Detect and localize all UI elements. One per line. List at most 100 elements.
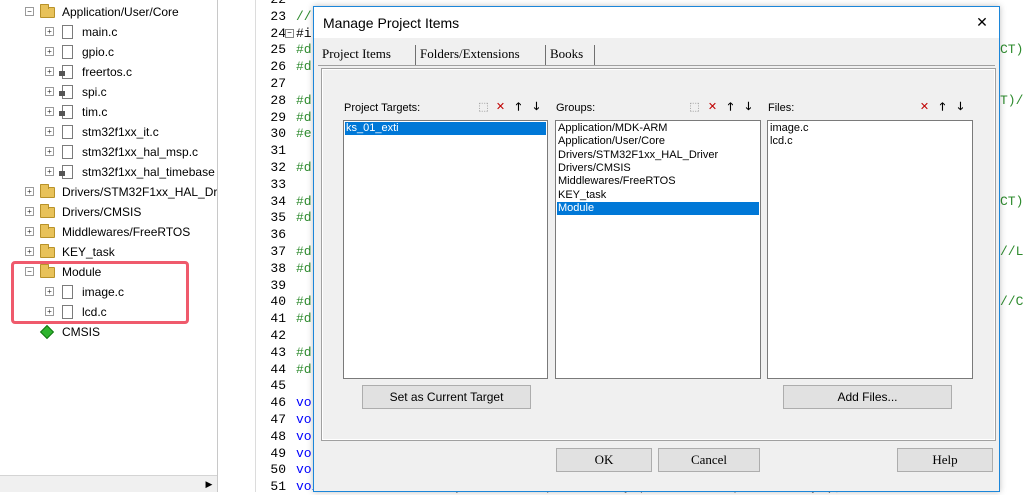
- tree-item[interactable]: + tim.c: [0, 102, 217, 122]
- code-text-fragment: //L: [1000, 244, 1024, 259]
- expand-icon[interactable]: +: [25, 227, 34, 236]
- code-text: #e: [296, 126, 312, 142]
- folder-icon: [40, 224, 55, 238]
- line-number: 36: [270, 227, 286, 243]
- move-down-group-icon[interactable]: 🡓: [741, 100, 756, 115]
- tree-item-label: stm32f1xx_hal_msp.c: [82, 145, 199, 159]
- line-number: 41: [270, 311, 286, 327]
- line-number: 49: [270, 445, 286, 461]
- tab-project-items[interactable]: Project Items: [319, 45, 416, 65]
- source-file-icon: [59, 65, 73, 79]
- tree-item-label: main.c: [82, 25, 118, 39]
- delete-file-icon[interactable]: ✕: [917, 100, 932, 115]
- tree-item[interactable]: − Application/User/Core: [0, 2, 217, 22]
- move-up-file-icon[interactable]: 🡑: [935, 100, 950, 115]
- list-item[interactable]: Module: [557, 201, 759, 215]
- move-down-file-icon[interactable]: 🡓: [953, 100, 968, 115]
- expand-icon[interactable]: +: [45, 27, 54, 36]
- tab-divider: [318, 65, 995, 66]
- list-item[interactable]: KEY_task: [557, 189, 759, 202]
- list-item[interactable]: Drivers/STM32F1xx_HAL_Driver: [557, 149, 759, 162]
- line-number: 51: [270, 479, 286, 495]
- project-items-panel: Project Targets: ⬚ ✕ 🡑 🡓 ks_01_exti Set …: [321, 68, 996, 441]
- move-up-target-icon[interactable]: 🡑: [511, 100, 526, 115]
- tab-folders-extensions[interactable]: Folders/Extensions: [417, 45, 546, 65]
- tree-item-label: Drivers/STM32F1xx_HAL_Dr: [62, 185, 218, 199]
- list-item[interactable]: lcd.c: [769, 135, 971, 148]
- files-listbox[interactable]: image.c lcd.c: [767, 120, 973, 379]
- code-text: #d: [296, 294, 312, 310]
- tree-item-label: stm32f1xx_hal_timebase: [82, 165, 215, 179]
- code-text: #i: [296, 25, 312, 41]
- line-number: 48: [270, 428, 286, 444]
- delete-group-icon[interactable]: ✕: [705, 100, 720, 115]
- file-icon: [62, 45, 73, 59]
- code-text: #d: [296, 59, 312, 75]
- move-down-target-icon[interactable]: 🡓: [529, 100, 544, 115]
- collapse-icon[interactable]: −: [25, 7, 34, 16]
- code-text: #d: [296, 361, 312, 377]
- fold-icon[interactable]: −: [285, 28, 294, 38]
- expand-icon[interactable]: +: [45, 127, 54, 136]
- tree-item[interactable]: + main.c: [0, 22, 217, 42]
- list-item[interactable]: ks_01_exti: [345, 122, 546, 135]
- new-target-icon[interactable]: ⬚: [476, 100, 491, 115]
- code-text: vo: [296, 462, 312, 478]
- tree-item[interactable]: CMSIS: [0, 322, 217, 342]
- code-text: #d: [296, 260, 312, 276]
- tree-item-label: KEY_task: [62, 245, 115, 259]
- code-text: vo: [296, 395, 312, 411]
- project-tree[interactable]: − Application/User/Core + main.c + gpio.c + fre…: [0, 0, 218, 492]
- expand-icon[interactable]: +: [25, 207, 34, 216]
- line-number: 39: [270, 277, 286, 293]
- list-item[interactable]: Middlewares/FreeRTOS: [557, 175, 759, 188]
- tree-item[interactable]: + stm32f1xx_hal_msp.c: [0, 142, 217, 162]
- tree-item[interactable]: + stm32f1xx_it.c: [0, 122, 217, 142]
- tree-item[interactable]: + freertos.c: [0, 62, 217, 82]
- move-up-group-icon[interactable]: 🡑: [723, 100, 738, 115]
- tree-item[interactable]: + spi.c: [0, 82, 217, 102]
- list-item[interactable]: image.c: [769, 122, 971, 135]
- groups-listbox[interactable]: Application/MDK-ARM Application/User/Core…: [555, 120, 761, 379]
- cancel-button[interactable]: Cancel: [658, 448, 760, 472]
- tree-item[interactable]: + stm32f1xx_hal_timebase: [0, 162, 217, 182]
- tab-books[interactable]: Books: [547, 45, 595, 65]
- expand-icon[interactable]: +: [45, 167, 54, 176]
- line-number: 42: [270, 328, 286, 343]
- expand-icon[interactable]: +: [25, 247, 34, 256]
- help-button[interactable]: Help: [897, 448, 993, 472]
- code-text: #d: [296, 160, 312, 175]
- set-current-target-button[interactable]: Set as Current Target: [362, 385, 531, 409]
- expand-icon[interactable]: +: [45, 87, 54, 96]
- code-text-fragment: CT)/: [1000, 193, 1024, 209]
- tree-item-label: gpio.c: [82, 45, 115, 59]
- line-number: 31: [270, 143, 286, 159]
- expand-icon[interactable]: +: [45, 47, 54, 56]
- source-file-icon: [59, 85, 73, 99]
- tree-item[interactable]: + Drivers/STM32F1xx_HAL_Dr: [0, 182, 218, 202]
- ok-button[interactable]: OK: [556, 448, 652, 472]
- line-number: 28: [270, 92, 286, 108]
- tree-item[interactable]: + KEY_task: [0, 242, 217, 262]
- list-item[interactable]: Application/User/Core: [557, 135, 759, 148]
- expand-icon[interactable]: +: [45, 107, 54, 116]
- expand-icon[interactable]: +: [45, 67, 54, 76]
- targets-listbox[interactable]: ks_01_exti: [343, 120, 548, 379]
- list-item[interactable]: Application/MDK-ARM: [557, 122, 759, 135]
- source-file-icon: [59, 105, 73, 119]
- tree-item[interactable]: + Drivers/CMSIS: [0, 202, 217, 222]
- horizontal-scrollbar[interactable]: ▶: [0, 475, 217, 492]
- tree-item[interactable]: + gpio.c: [0, 42, 217, 62]
- scroll-right-icon[interactable]: ▶: [202, 477, 216, 491]
- close-icon[interactable]: ✕: [965, 7, 999, 38]
- line-number: 25: [270, 42, 286, 58]
- list-item[interactable]: Drivers/CMSIS: [557, 162, 759, 175]
- add-files-button[interactable]: Add Files...: [783, 385, 952, 409]
- tree-item-label: tim.c: [82, 105, 108, 119]
- delete-target-icon[interactable]: ✕: [493, 100, 508, 115]
- new-group-icon[interactable]: ⬚: [687, 100, 702, 115]
- tree-item[interactable]: + Middlewares/FreeRTOS: [0, 222, 217, 242]
- expand-icon[interactable]: +: [25, 187, 34, 196]
- expand-icon[interactable]: +: [45, 147, 54, 156]
- line-number: 35: [270, 210, 286, 226]
